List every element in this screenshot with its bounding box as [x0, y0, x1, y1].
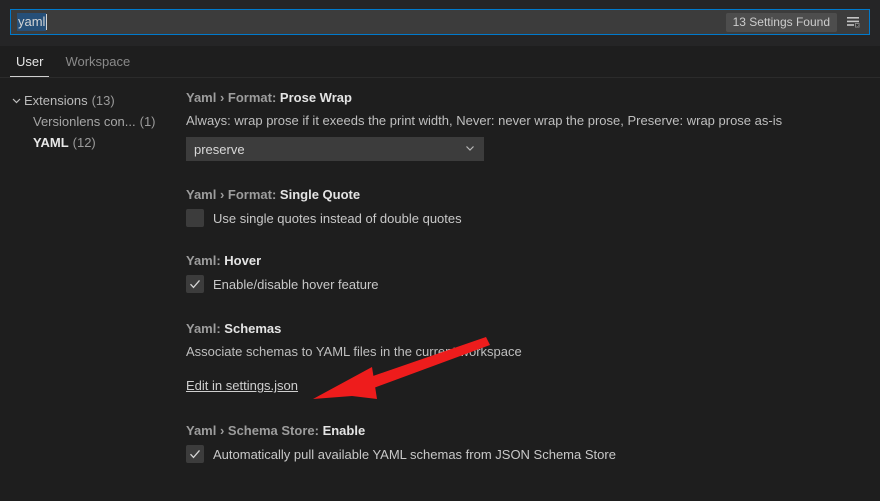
setting-leaf-schemas: Schemas [224, 321, 282, 336]
setting-title-schemas: Yaml: Schemas [186, 321, 880, 337]
chevron-down-icon [464, 142, 476, 157]
toc-item-versionlens-count: (1) [139, 114, 156, 129]
toc-item-yaml[interactable]: YAML (12) [0, 132, 180, 153]
settings-editor-list: Yaml › Format: Prose Wrap Always: wrap p… [180, 78, 880, 501]
single-quote-checkbox-label: Use single quotes instead of double quot… [213, 210, 462, 226]
settings-search-header: yaml 13 Settings Found [0, 0, 880, 46]
search-input-text-wrap: yaml [17, 13, 726, 31]
chevron-down-icon[interactable] [8, 93, 24, 109]
setting-title-schema-store-enable: Yaml › Schema Store: Enable [186, 423, 880, 439]
tab-user-label: User [16, 54, 44, 69]
setting-row-hover: Yaml: Hover Enable/disable hover feature [186, 253, 880, 293]
setting-row-prose-wrap: Yaml › Format: Prose Wrap Always: wrap p… [186, 90, 880, 161]
setting-description-prose-wrap: Always: wrap prose if it exeeds the prin… [186, 113, 783, 128]
setting-title-prose-wrap: Yaml › Format: Prose Wrap [186, 90, 880, 106]
toc-item-yaml-label: YAML [33, 135, 69, 150]
text-caret [46, 14, 48, 30]
setting-category-single-quote: Yaml › Format: [186, 187, 280, 202]
setting-title-single-quote: Yaml › Format: Single Quote [186, 187, 880, 203]
toc-item-extensions[interactable]: Extensions (13) [0, 90, 180, 111]
tab-workspace-label: Workspace [65, 54, 131, 69]
setting-leaf-prose-wrap: Prose Wrap [279, 90, 352, 105]
settings-scope-tabs: User Workspace [0, 46, 880, 78]
toc-item-extensions-label: Extensions [24, 93, 88, 108]
schema-store-checkbox-row[interactable]: Automatically pull available YAML schema… [186, 445, 880, 463]
setting-description-schemas: Associate schemas to YAML files in the c… [186, 344, 522, 359]
search-input-value: yaml [17, 13, 47, 31]
settings-found-badge: 13 Settings Found [725, 12, 837, 32]
setting-row-single-quote: Yaml › Format: Single Quote Use single q… [186, 187, 880, 227]
setting-row-schema-store-enable: Yaml › Schema Store: Enable Automaticall… [186, 423, 880, 463]
filter-list-icon[interactable] [843, 12, 863, 32]
search-input[interactable]: yaml 13 Settings Found [10, 9, 870, 35]
toc-item-yaml-count: (12) [72, 135, 96, 150]
setting-category-schemas: Yaml: [186, 321, 225, 336]
setting-category-hover: Yaml: [186, 253, 225, 268]
tab-user[interactable]: User [10, 54, 50, 77]
setting-leaf-schema-store-enable: Enable [322, 423, 366, 438]
setting-category-schema-store-enable: Yaml › Schema Store: [186, 423, 323, 438]
tab-workspace[interactable]: Workspace [59, 54, 136, 77]
setting-category-prose-wrap: Yaml › Format: [186, 90, 280, 105]
hover-checkbox-checked[interactable] [186, 275, 204, 293]
hover-checkbox-row[interactable]: Enable/disable hover feature [186, 275, 880, 293]
single-quote-checkbox-unchecked[interactable] [186, 209, 204, 227]
settings-body: Extensions (13) Versionlens con... (1) Y… [0, 78, 880, 501]
toc-item-extensions-count: (13) [91, 93, 115, 108]
toc-item-versionlens[interactable]: Versionlens con... (1) [0, 111, 180, 132]
setting-title-hover: Yaml: Hover [186, 253, 880, 269]
hover-checkbox-label: Enable/disable hover feature [213, 276, 379, 292]
setting-leaf-single-quote: Single Quote [279, 187, 361, 202]
single-quote-checkbox-row[interactable]: Use single quotes instead of double quot… [186, 209, 880, 227]
schema-store-checkbox-checked[interactable] [186, 445, 204, 463]
prose-wrap-dropdown[interactable]: preserve [186, 137, 484, 161]
settings-table-of-contents: Extensions (13) Versionlens con... (1) Y… [0, 78, 180, 501]
setting-leaf-hover: Hover [224, 253, 262, 268]
toc-item-versionlens-label: Versionlens con... [33, 114, 136, 129]
schema-store-checkbox-label: Automatically pull available YAML schema… [213, 446, 616, 462]
prose-wrap-dropdown-value: preserve [194, 141, 245, 157]
edit-in-settings-json-link[interactable]: Edit in settings.json [186, 378, 298, 393]
setting-row-schemas: Yaml: Schemas Associate schemas to YAML … [186, 321, 880, 393]
